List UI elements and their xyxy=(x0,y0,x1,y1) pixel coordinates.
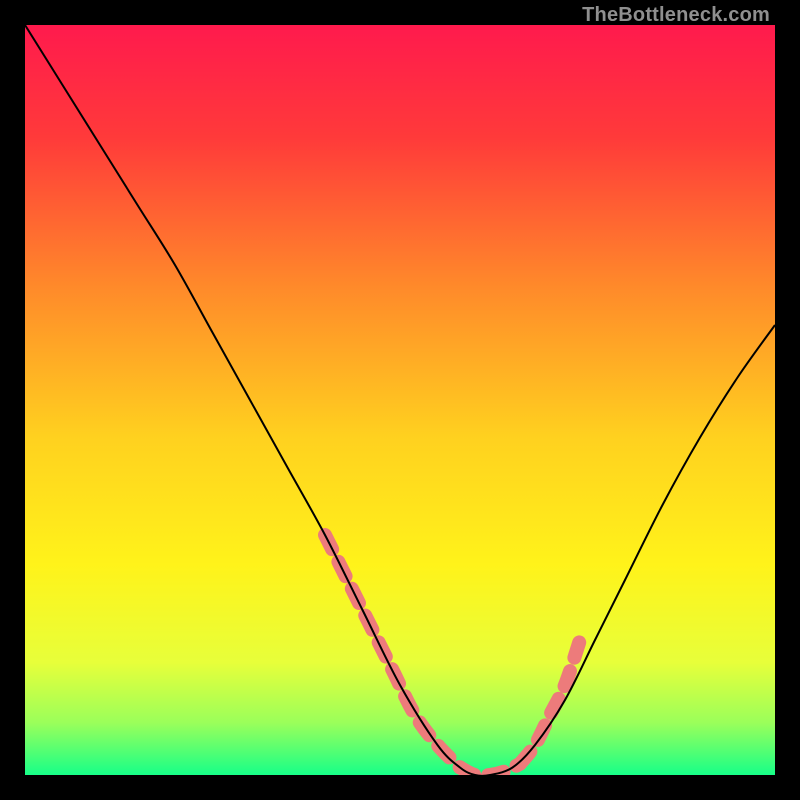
watermark-text: TheBottleneck.com xyxy=(582,4,770,27)
gradient-background xyxy=(25,25,775,775)
bottleneck-chart xyxy=(25,25,775,775)
chart-frame xyxy=(25,25,775,775)
